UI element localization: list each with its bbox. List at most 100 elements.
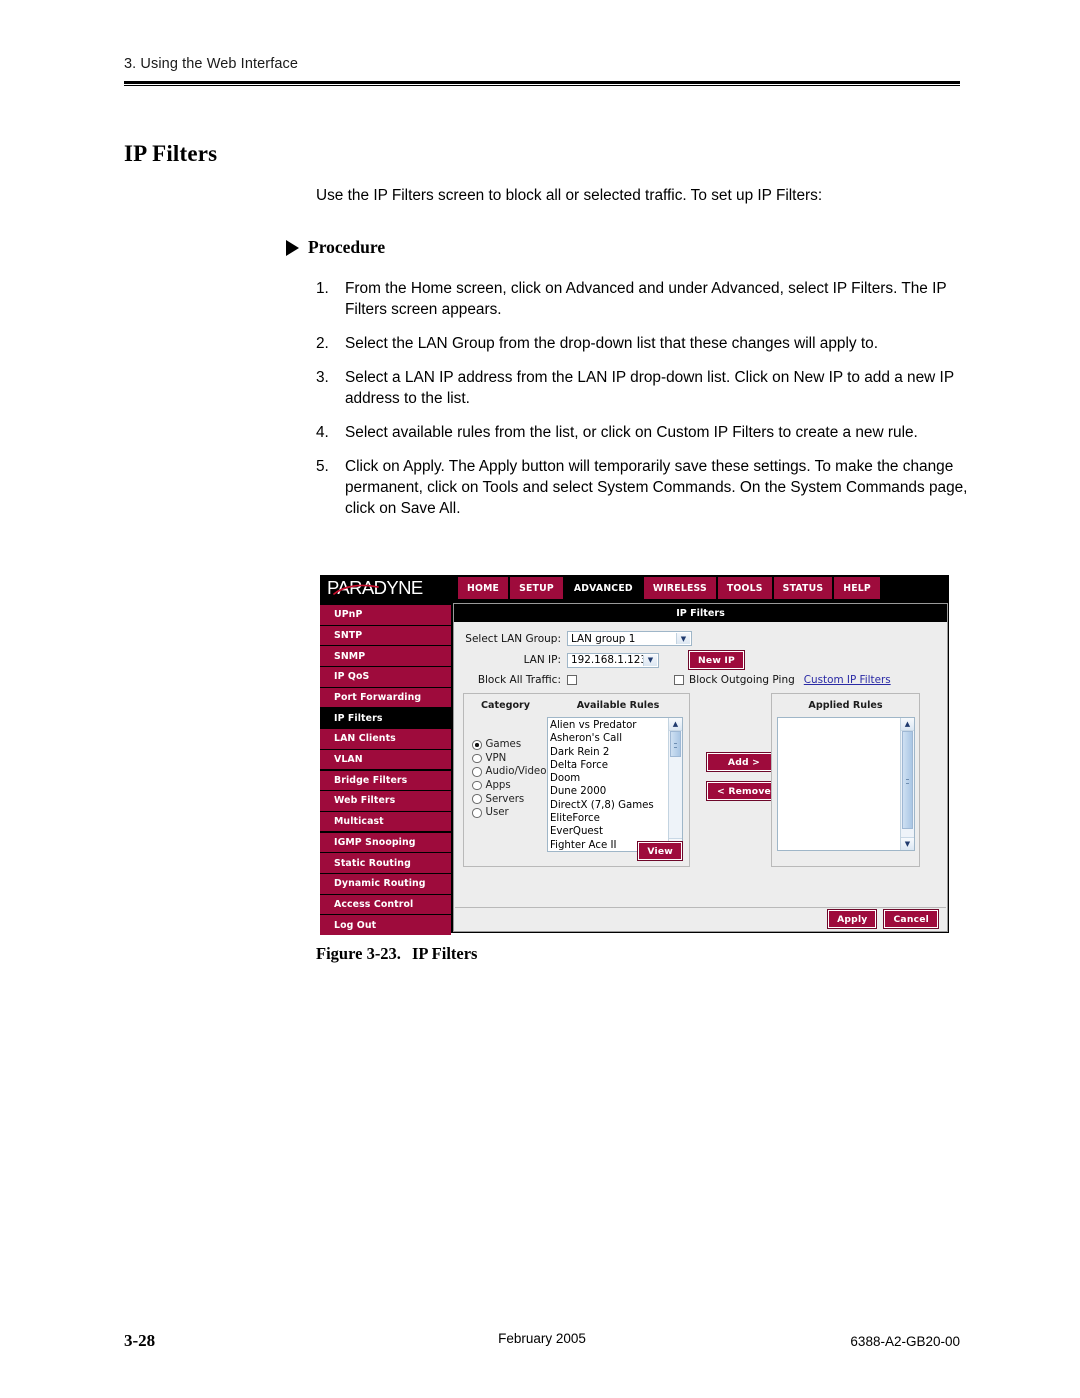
running-header: 3. Using the Web Interface [124,56,960,72]
available-rules-listbox[interactable]: Alien vs Predator Asheron's Call Dark Re… [547,717,683,852]
applied-rules-listbox[interactable]: ▲ ▼ [777,717,915,851]
category-option-servers[interactable]: Servers [472,792,550,806]
sidebar-item-static-routing[interactable]: Static Routing [320,853,451,873]
chevron-down-icon[interactable]: ▼ [643,654,657,666]
list-item: 4. Select available rules from the list,… [316,422,968,443]
step-number: 1. [316,280,329,297]
category-label: VPN [485,752,507,764]
list-item[interactable]: Alien vs Predator [550,719,682,732]
cancel-button[interactable]: Cancel [884,910,938,928]
lan-group-select[interactable]: LAN group 1 ▼ [567,631,692,646]
remove-rule-button[interactable]: < Remove [707,782,781,800]
radio-icon[interactable] [472,753,482,764]
sidebar-item-vlan[interactable]: VLAN [320,749,451,770]
apply-button[interactable]: Apply [828,910,877,928]
nav-tab-home[interactable]: HOME [458,577,509,599]
lan-ip-select[interactable]: 192.168.1.123 ▼ [567,652,659,668]
sidebar-item-lan-clients[interactable]: LAN Clients [320,729,451,749]
sidebar-item-log-out[interactable]: Log Out [320,915,451,935]
add-rule-button[interactable]: Add > [707,753,781,771]
procedure-step-list: 1. From the Home screen, click on Advanc… [316,278,968,532]
figure-caption: Figure 3-23. IP Filters [316,944,477,964]
header-divider-rule [124,81,960,86]
step-text: Select available rules from the list, or… [345,424,918,441]
sidebar-item-port-forwarding[interactable]: Port Forwarding [320,687,451,708]
list-item[interactable]: EverQuest [550,825,682,838]
radio-icon[interactable] [472,740,482,750]
list-item[interactable]: Delta Force [550,759,682,772]
sidebar-item-bridge-filters[interactable]: Bridge Filters [320,770,451,791]
list-item: 3. Select a LAN IP address from the LAN … [316,367,968,409]
sidebar-item-upnp[interactable]: UPnP [320,605,451,625]
category-option-games[interactable]: Games [472,738,550,752]
scroll-up-arrow-icon[interactable]: ▲ [669,718,682,731]
available-rules-panel: Category Available Rules Games VPN Audio… [463,693,690,867]
sidebar-item-sntp[interactable]: SNTP [320,625,451,646]
new-ip-button[interactable]: New IP [689,651,744,669]
category-option-vpn[interactable]: VPN [472,752,550,766]
list-item[interactable]: EliteForce [550,812,682,825]
radio-icon[interactable] [472,808,482,818]
form-action-bar: Apply Cancel [455,907,946,930]
sidebar-item-ip-filters[interactable]: IP Filters [320,708,451,729]
step-number: 2. [316,335,329,352]
nav-tab-setup[interactable]: SETUP [510,577,563,599]
available-rules-header: Available Rules [576,700,660,711]
sidebar-menu: UPnP SNTP SNMP IP QoS Port Forwarding IP… [320,603,451,935]
nav-tab-help[interactable]: HELP [834,577,880,599]
sidebar-item-ip-qos[interactable]: IP QoS [320,667,451,687]
step-number: 4. [316,424,329,441]
nav-tab-tools[interactable]: TOOLS [717,577,772,599]
lan-ip-select-value: 192.168.1.123 [571,654,648,666]
sidebar-item-web-filters[interactable]: Web Filters [320,791,451,811]
radio-icon[interactable] [472,780,482,791]
step-text: Select a LAN IP address from the LAN IP … [345,369,954,407]
view-button[interactable]: View [638,842,682,860]
list-item: 2. Select the LAN Group from the drop-do… [316,333,968,354]
scroll-down-arrow-icon[interactable]: ▼ [901,837,914,850]
list-item[interactable]: Doom [550,772,682,785]
footer-date: February 2005 [498,1331,586,1346]
nav-tab-advanced[interactable]: ADVANCED [564,577,642,599]
nav-tab-status[interactable]: STATUS [773,577,833,599]
category-label: Audio/Video [485,766,547,778]
list-item[interactable]: Asheron's Call [550,732,682,745]
radio-icon[interactable] [472,794,482,804]
sidebar-item-snmp[interactable]: SNMP [320,646,451,666]
list-item: 5. Click on Apply. The Apply button will… [316,456,968,519]
sidebar-item-igmp-snooping[interactable]: IGMP Snooping [320,832,451,853]
block-outgoing-ping-label: Block Outgoing Ping [689,674,795,686]
scrollbar-thumb[interactable] [670,731,681,757]
category-option-audio-video[interactable]: Audio/Video [472,765,550,779]
category-option-user[interactable]: User [472,806,550,820]
category-label: Servers [485,793,525,805]
category-option-apps[interactable]: Apps [472,779,550,793]
list-item[interactable]: DirectX (7,8) Games [550,799,682,812]
chevron-down-icon[interactable]: ▼ [676,633,690,644]
list-item[interactable]: Dark Rein 2 [550,746,682,759]
step-number: 5. [316,458,329,475]
sidebar-item-access-control[interactable]: Access Control [320,894,451,915]
radio-icon[interactable] [472,767,482,777]
block-all-traffic-checkbox[interactable] [567,675,577,685]
custom-ip-filters-link[interactable]: Custom IP Filters [804,674,891,686]
available-rules-items[interactable]: Alien vs Predator Asheron's Call Dark Re… [548,718,682,851]
list-item: 1. From the Home screen, click on Advanc… [316,278,968,320]
sidebar-item-dynamic-routing[interactable]: Dynamic Routing [320,873,451,894]
available-rules-scrollbar[interactable]: ▲ ▼ [668,718,682,851]
step-text: Click on Apply. The Apply button will te… [345,458,968,517]
lan-group-label: Select LAN Group: [465,632,561,645]
rules-panel-headers: Category Available Rules [464,694,689,711]
applied-rules-scrollbar[interactable]: ▲ ▼ [900,718,914,850]
page-footer: 3-28 February 2005 6388-A2-GB20-00 [124,1331,960,1351]
ip-filters-form: Select LAN Group: LAN group 1 ▼ LAN IP: … [454,622,947,867]
applied-rules-items[interactable] [778,718,914,719]
scrollbar-thumb[interactable] [902,731,913,829]
list-item[interactable]: Dune 2000 [550,785,682,798]
block-outgoing-ping-checkbox[interactable] [674,675,684,685]
nav-tab-list: HOME SETUP ADVANCED WIRELESS TOOLS STATU… [458,575,880,601]
block-all-traffic-label: Block All Traffic: [477,674,561,686]
nav-tab-wireless[interactable]: WIRELESS [643,577,716,599]
sidebar-item-multicast[interactable]: Multicast [320,811,451,832]
scroll-up-arrow-icon[interactable]: ▲ [901,718,914,731]
